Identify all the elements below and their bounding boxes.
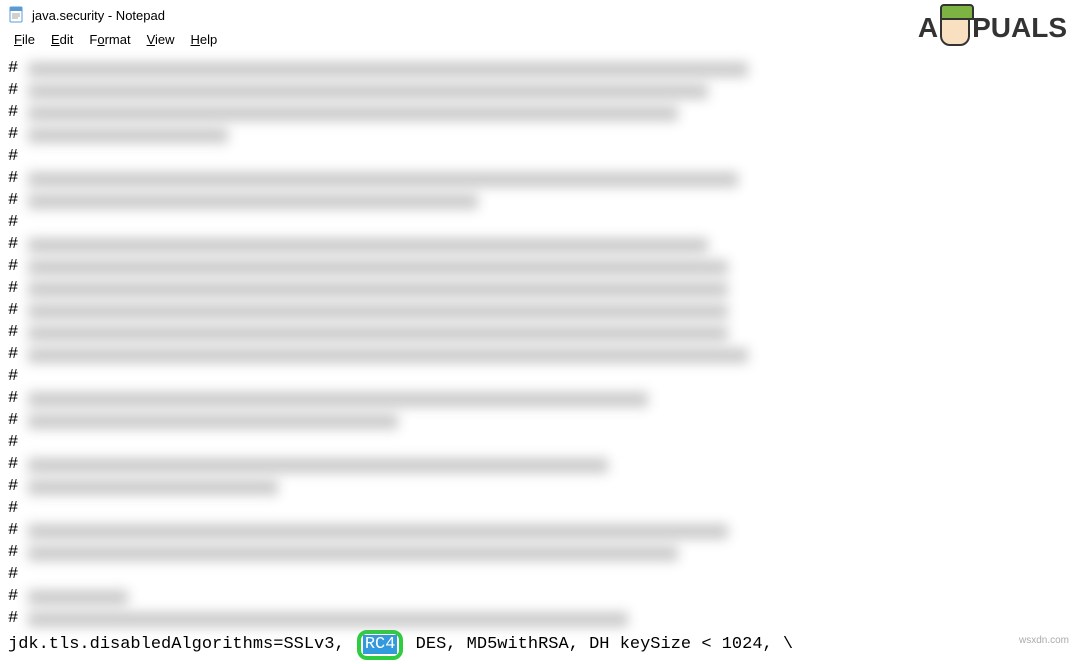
highlight-annotation: RC4 bbox=[357, 630, 404, 660]
hash-char: # bbox=[8, 124, 18, 146]
menu-edit[interactable]: Edit bbox=[43, 32, 81, 52]
hash-char: # bbox=[8, 190, 18, 212]
hash-char: # bbox=[8, 102, 18, 124]
menu-view[interactable]: View bbox=[139, 32, 183, 52]
hash-char: # bbox=[8, 388, 18, 410]
blurred-text bbox=[28, 260, 728, 275]
comment-line: # bbox=[8, 476, 1069, 498]
menu-help[interactable]: Help bbox=[183, 32, 226, 52]
comment-line: # bbox=[8, 58, 1069, 80]
hash-char: # bbox=[8, 234, 18, 256]
blurred-text bbox=[28, 392, 648, 407]
selected-text: RC4 bbox=[363, 635, 398, 654]
comment-line: # bbox=[8, 322, 1069, 344]
comment-line: # bbox=[8, 498, 1069, 520]
menu-bar: File Edit Format View Help bbox=[0, 30, 1077, 54]
hash-char: # bbox=[8, 520, 18, 542]
hash-char: # bbox=[8, 542, 18, 564]
blurred-text bbox=[28, 84, 708, 99]
comment-line: # bbox=[8, 212, 1069, 234]
title-bar: java.security - Notepad bbox=[0, 0, 1077, 30]
comment-line: # bbox=[8, 146, 1069, 168]
appuals-logo: A PUALS bbox=[918, 10, 1067, 46]
blurred-text bbox=[28, 106, 678, 121]
comment-line: # bbox=[8, 300, 1069, 322]
comment-line: # bbox=[8, 564, 1069, 586]
comment-line: # bbox=[8, 278, 1069, 300]
blurred-text bbox=[28, 238, 708, 253]
text-editor-content[interactable]: ##########################jdk.tls.disabl… bbox=[0, 54, 1077, 664]
blurred-text bbox=[28, 304, 728, 319]
blurred-text bbox=[28, 546, 678, 561]
blurred-text bbox=[28, 282, 728, 297]
blurred-text bbox=[28, 414, 398, 429]
comment-line: # bbox=[8, 542, 1069, 564]
comment-line: # bbox=[8, 608, 1069, 630]
blurred-text bbox=[28, 128, 228, 143]
hash-char: # bbox=[8, 498, 18, 520]
hash-char: # bbox=[8, 432, 18, 454]
comment-line: # bbox=[8, 344, 1069, 366]
hash-char: # bbox=[8, 410, 18, 432]
hash-char: # bbox=[8, 344, 18, 366]
hash-char: # bbox=[8, 322, 18, 344]
hash-char: # bbox=[8, 476, 18, 498]
comment-line: # bbox=[8, 432, 1069, 454]
hash-char: # bbox=[8, 80, 18, 102]
hash-char: # bbox=[8, 146, 18, 168]
comment-line: # bbox=[8, 586, 1069, 608]
logo-head-icon bbox=[940, 10, 970, 46]
config-prefix: jdk.tls.disabledAlgorithms=SSLv3, bbox=[8, 635, 355, 654]
comment-line: # bbox=[8, 256, 1069, 278]
hash-char: # bbox=[8, 366, 18, 388]
comment-line: # bbox=[8, 410, 1069, 432]
blurred-text bbox=[28, 524, 728, 539]
comment-line: # bbox=[8, 366, 1069, 388]
watermark: wsxdn.com bbox=[1019, 635, 1069, 646]
hash-char: # bbox=[8, 212, 18, 234]
hash-char: # bbox=[8, 168, 18, 190]
hash-char: # bbox=[8, 58, 18, 80]
comment-line: # bbox=[8, 124, 1069, 146]
menu-format[interactable]: Format bbox=[81, 32, 138, 52]
logo-suffix: PUALS bbox=[972, 12, 1067, 44]
comment-line: # bbox=[8, 388, 1069, 410]
hash-char: # bbox=[8, 564, 18, 586]
blurred-text bbox=[28, 62, 748, 77]
blurred-text bbox=[28, 590, 128, 605]
comment-line: # bbox=[8, 190, 1069, 212]
comment-line: # bbox=[8, 168, 1069, 190]
hash-char: # bbox=[8, 256, 18, 278]
window-title: java.security - Notepad bbox=[32, 8, 165, 23]
blurred-text bbox=[28, 348, 748, 363]
hash-char: # bbox=[8, 586, 18, 608]
logo-prefix: A bbox=[918, 12, 938, 44]
comment-line: # bbox=[8, 80, 1069, 102]
config-line: jdk.tls.disabledAlgorithms=SSLv3, RC4 DE… bbox=[8, 630, 1069, 660]
comment-line: # bbox=[8, 520, 1069, 542]
comment-line: # bbox=[8, 234, 1069, 256]
blurred-text bbox=[28, 480, 278, 495]
notepad-icon bbox=[8, 6, 26, 24]
hash-char: # bbox=[8, 300, 18, 322]
hash-char: # bbox=[8, 608, 18, 630]
blurred-text bbox=[28, 458, 608, 473]
config-suffix: DES, MD5withRSA, DH keySize < 1024, \ bbox=[405, 635, 793, 654]
blurred-text bbox=[28, 326, 728, 341]
menu-file[interactable]: File bbox=[6, 32, 43, 52]
blurred-text bbox=[28, 194, 478, 209]
hash-char: # bbox=[8, 278, 18, 300]
blurred-text bbox=[28, 172, 738, 187]
comment-line: # bbox=[8, 102, 1069, 124]
hash-char: # bbox=[8, 454, 18, 476]
blurred-text bbox=[28, 612, 628, 627]
comment-line: # bbox=[8, 454, 1069, 476]
